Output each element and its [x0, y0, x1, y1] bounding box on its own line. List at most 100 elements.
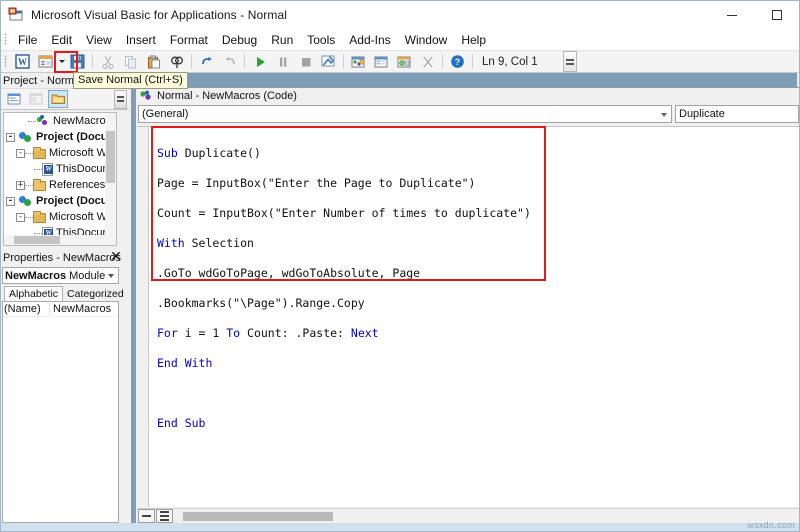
- procedure-combo-value: Duplicate: [679, 108, 725, 120]
- menu-format[interactable]: Format: [163, 31, 215, 49]
- position-indicator: Ln 9, Col 1: [482, 55, 538, 68]
- view-code-button[interactable]: [4, 90, 24, 108]
- tree-expander[interactable]: -: [16, 212, 25, 222]
- project-explorer-overflow-button[interactable]: [114, 89, 127, 109]
- tree-expander[interactable]: -: [16, 148, 25, 158]
- close-icon[interactable]: ✕: [109, 249, 123, 265]
- run-icon[interactable]: [249, 51, 270, 72]
- minimize-button[interactable]: [709, 1, 754, 29]
- scrollbar-thumb[interactable]: [14, 236, 60, 244]
- menu-view[interactable]: View: [79, 31, 119, 54]
- tree-item-word-objects-2[interactable]: - Microsoft Word Ob: [4, 209, 116, 225]
- project-explorer-icon[interactable]: [348, 51, 369, 72]
- paste-icon[interactable]: [143, 51, 164, 72]
- tree-item-label: NewMacros: [53, 115, 112, 127]
- project-tree-vertical-scrollbar[interactable]: [105, 113, 116, 245]
- scrollbar-track[interactable]: [177, 509, 799, 523]
- scrollbar-thumb[interactable]: [106, 131, 115, 183]
- tree-item-thisdocument-1[interactable]: W ThisDocument: [4, 161, 116, 177]
- view-object-button[interactable]: [26, 90, 46, 108]
- code-token: To: [226, 326, 241, 340]
- menu-insert[interactable]: Insert: [119, 31, 163, 49]
- pause-icon: [272, 51, 293, 72]
- code-token: Count: .Paste:: [240, 326, 351, 340]
- folder-icon: [33, 211, 46, 223]
- code-token: End With: [157, 356, 213, 370]
- tab-categorized[interactable]: Categorized: [63, 287, 128, 301]
- insert-dropdown-arrow-icon[interactable]: [57, 51, 66, 72]
- save-tooltip: Save Normal (Ctrl+S): [73, 72, 188, 89]
- code-text[interactable]: Sub Duplicate() Page = InputBox("Enter t…: [149, 127, 799, 507]
- cut-icon: [97, 51, 118, 72]
- tree-expander[interactable]: +: [16, 180, 25, 190]
- object-combo[interactable]: (General): [138, 105, 672, 123]
- tree-item-project-2[interactable]: - Project (Document2): [4, 193, 116, 209]
- properties-row[interactable]: (Name) NewMacros: [3, 302, 118, 317]
- menu-help[interactable]: Help: [454, 31, 493, 49]
- menu-run[interactable]: Run: [264, 31, 300, 49]
- scrollbar-thumb[interactable]: [183, 511, 333, 521]
- vba-editor-window: Microsoft Visual Basic for Applications …: [0, 0, 800, 532]
- help-icon[interactable]: ?: [447, 51, 468, 72]
- procedure-view-button[interactable]: [138, 509, 155, 523]
- toolbar-separator: [244, 54, 245, 69]
- code-line: End Sub: [157, 416, 799, 431]
- maximize-icon: [771, 10, 782, 20]
- code-window-title: Normal - NewMacros (Code): [157, 90, 297, 102]
- insert-module-icon[interactable]: [35, 51, 56, 72]
- tree-expander[interactable]: -: [6, 196, 15, 206]
- undo-icon[interactable]: [196, 51, 217, 72]
- tree-item-word-objects-1[interactable]: - Microsoft Word Ob: [4, 145, 116, 161]
- code-horizontal-scrollbar[interactable]: [137, 508, 799, 523]
- chevron-down-icon[interactable]: [108, 274, 114, 278]
- toolbar-separator: [343, 54, 344, 69]
- tree-item-newmacros[interactable]: NewMacros: [4, 113, 116, 129]
- view-word-icon[interactable]: W: [12, 51, 33, 72]
- toolbar-overflow-button[interactable]: [563, 51, 577, 72]
- stop-icon: [295, 51, 316, 72]
- find-icon[interactable]: [166, 51, 187, 72]
- menu-debug[interactable]: Debug: [215, 31, 264, 49]
- menu-addins[interactable]: Add-Ins: [342, 31, 397, 49]
- project-tree-horizontal-scrollbar[interactable]: [4, 235, 105, 245]
- procedure-combo[interactable]: Duplicate: [675, 105, 799, 123]
- save-icon[interactable]: [67, 51, 88, 72]
- menu-tools[interactable]: Tools: [300, 31, 342, 49]
- tree-line: [28, 120, 36, 122]
- window-controls: [709, 1, 799, 29]
- property-value[interactable]: NewMacros: [49, 303, 118, 315]
- toolbar-separator: [191, 54, 192, 69]
- chevron-down-icon[interactable]: [661, 113, 667, 117]
- tab-alphabetic[interactable]: Alphabetic: [4, 286, 64, 301]
- code-line: .GoTo wdGoToPage, wdGoToAbsolute, Page: [157, 266, 799, 281]
- menu-format-label: Format: [169, 32, 208, 47]
- object-browser-icon[interactable]: [394, 51, 415, 72]
- maximize-button[interactable]: [754, 1, 799, 29]
- tree-expander[interactable]: -: [6, 132, 15, 142]
- tree-line: [25, 152, 33, 154]
- code-token: Count = InputBox("Enter Number of times …: [157, 206, 531, 220]
- toggle-folders-button[interactable]: [48, 90, 68, 108]
- project-tree[interactable]: NewMacros - Project (Document1) - Micros…: [3, 112, 117, 246]
- menu-edit[interactable]: Edit: [44, 31, 79, 49]
- properties-object-type: Module: [69, 269, 106, 282]
- menu-window[interactable]: Window: [398, 31, 455, 49]
- properties-object-combo[interactable]: NewMacros Module: [2, 267, 119, 284]
- design-mode-icon[interactable]: [318, 51, 339, 72]
- properties-window-icon[interactable]: [371, 51, 392, 72]
- properties-grid[interactable]: (Name) NewMacros: [2, 301, 119, 523]
- tree-item-project-1[interactable]: - Project (Document1): [4, 129, 116, 145]
- full-module-view-button[interactable]: [156, 509, 173, 523]
- tree-line: [25, 216, 33, 218]
- code-line: Count = InputBox("Enter Number of times …: [157, 206, 799, 221]
- copy-icon: [120, 51, 141, 72]
- tree-item-references[interactable]: + References: [4, 177, 116, 193]
- tree-line: [25, 184, 33, 186]
- code-margin-indicator-bar: [137, 127, 149, 507]
- project-explorer-panel: Project - Normal NewMacros - Project (Do…: [1, 73, 129, 248]
- menu-file[interactable]: File: [11, 31, 44, 49]
- project-icon: [19, 131, 33, 144]
- menu-view-label: View: [86, 32, 112, 47]
- code-editor[interactable]: Sub Duplicate() Page = InputBox("Enter t…: [137, 126, 799, 507]
